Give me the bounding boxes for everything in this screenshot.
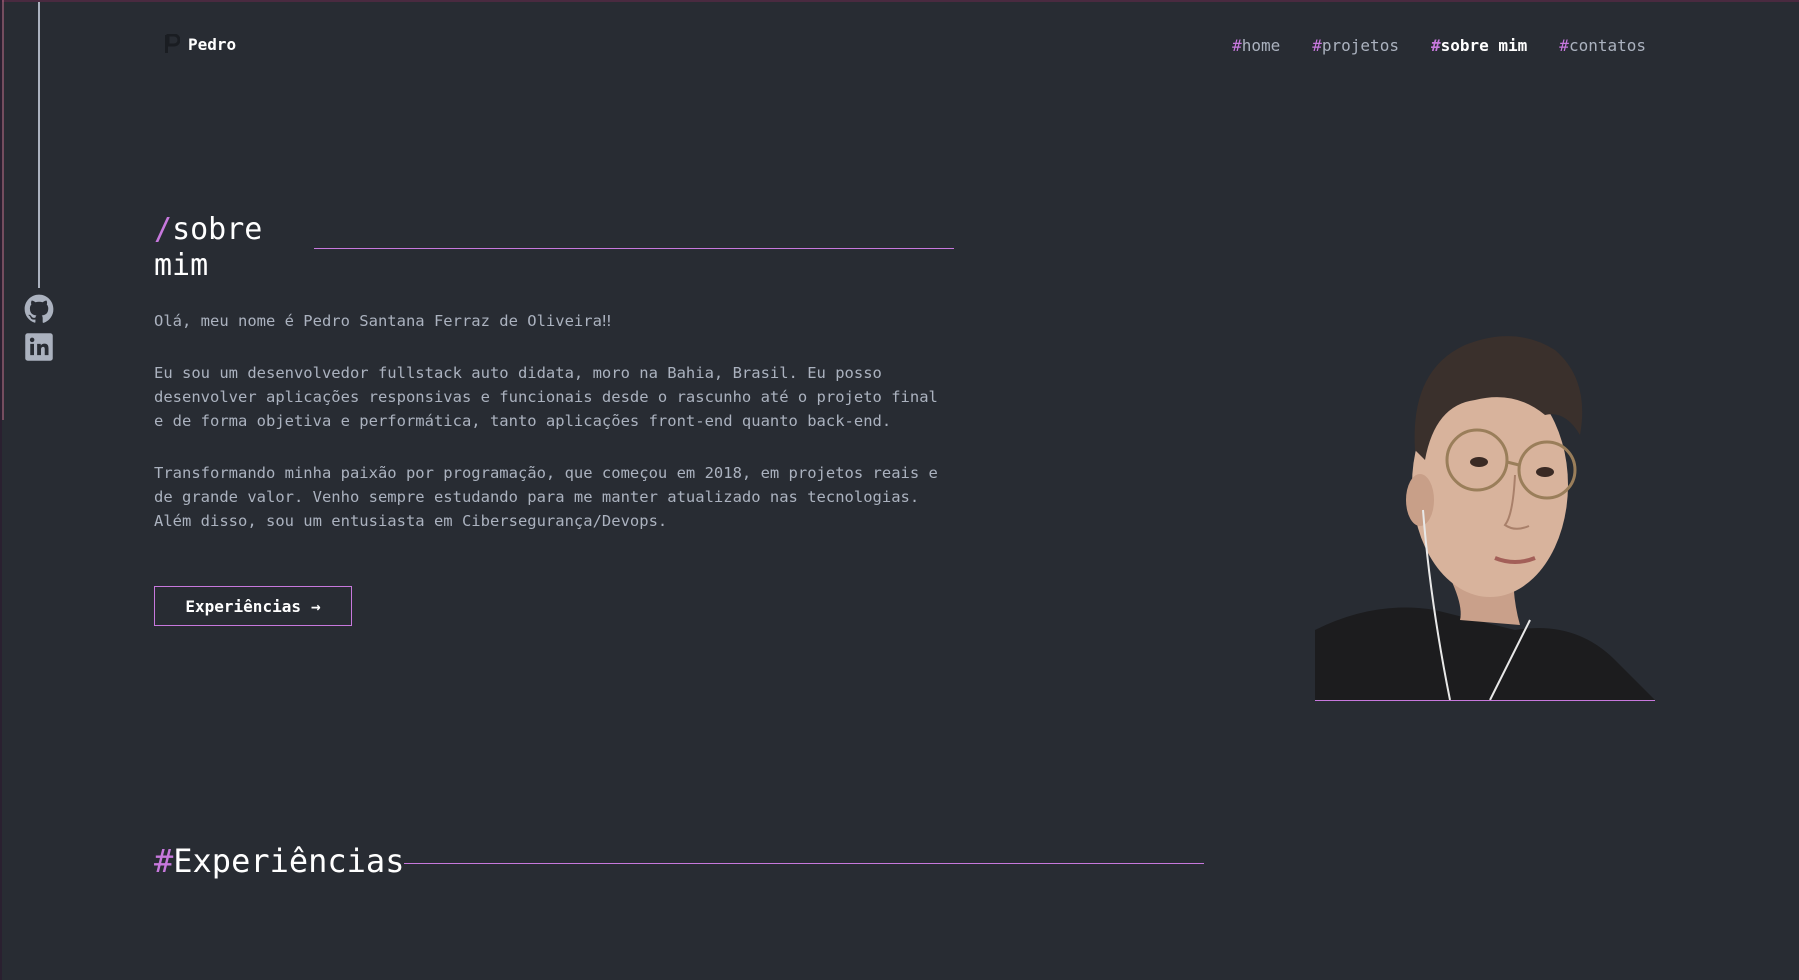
github-icon[interactable] xyxy=(24,294,54,324)
about-paragraph-bio: Eu sou um desenvolvedor fullstack auto d… xyxy=(154,364,938,430)
main-nav: #home #projetos #sobre mim #contatos xyxy=(1232,36,1646,55)
sidebar-rail xyxy=(38,2,40,288)
experiences-button-label: Experiências xyxy=(185,596,301,616)
about-title-line xyxy=(314,248,954,249)
photo-underline xyxy=(1315,700,1655,701)
linkedin-icon[interactable] xyxy=(24,332,54,362)
logo[interactable]: Pedro xyxy=(164,34,236,54)
about-title: /sobre mim xyxy=(154,212,263,283)
about-paragraph-greeting: Olá, meu nome é Pedro Santana Ferraz de … xyxy=(154,312,612,330)
about-paragraph-passion: Transformando minha paixão por programaç… xyxy=(154,464,938,530)
experiences-title: #Experiências xyxy=(154,842,405,880)
nav-sobre-mim[interactable]: #sobre mim xyxy=(1431,36,1527,55)
nav-projetos[interactable]: #projetos xyxy=(1312,36,1399,55)
nav-contatos[interactable]: #contatos xyxy=(1559,36,1646,55)
experiences-title-line xyxy=(404,863,1204,864)
arrow-right-icon: → xyxy=(310,596,321,616)
profile-photo xyxy=(1315,336,1655,700)
nav-home[interactable]: #home xyxy=(1232,36,1280,55)
logo-mark-icon xyxy=(165,34,180,53)
experiences-button[interactable]: Experiências → xyxy=(154,586,352,626)
top-border xyxy=(2,0,1799,2)
left-border xyxy=(2,0,4,420)
about-text: Olá, meu nome é Pedro Santana Ferraz de … xyxy=(154,309,954,561)
logo-text: Pedro xyxy=(188,34,237,54)
